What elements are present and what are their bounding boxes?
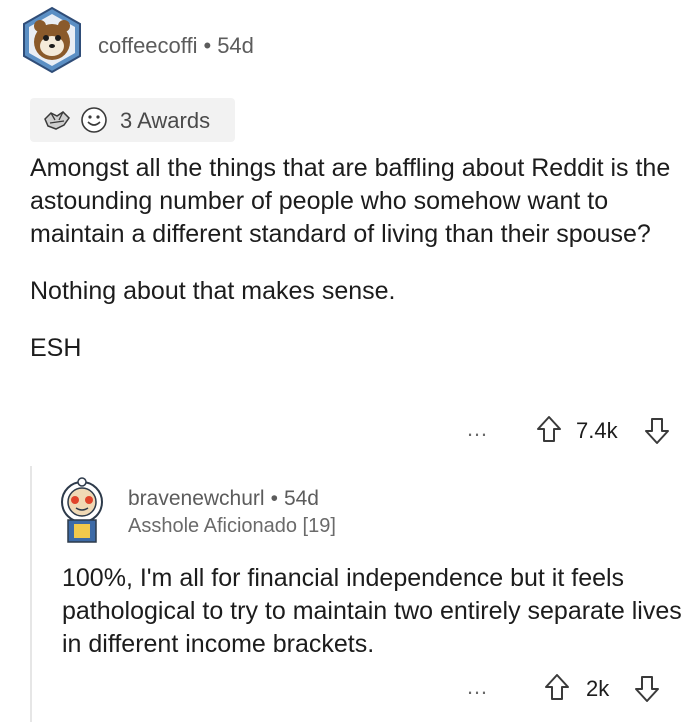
- vote-score: 7.4k: [576, 418, 618, 443]
- award-icon: [42, 107, 72, 133]
- reply-actions: … 2k: [466, 672, 696, 706]
- reply-avatar[interactable]: [52, 476, 112, 546]
- comment-actions: … 7.4k: [466, 414, 696, 448]
- awards-badge[interactable]: 3 Awards: [30, 98, 235, 142]
- user-flair: Asshole Aficionado [19]: [128, 515, 336, 537]
- reply-username[interactable]: bravenewchurl: [128, 487, 265, 510]
- downvote-icon[interactable]: [644, 416, 670, 451]
- comment-paragraph: Nothing about that makes sense.: [30, 277, 396, 305]
- reply-meta: bravenewchurl • 54d: [128, 487, 319, 511]
- meta-separator: •: [203, 33, 212, 58]
- comment-paragraph: ESH: [30, 334, 82, 362]
- comment-age: 54d: [217, 33, 254, 58]
- upvote-icon[interactable]: [536, 414, 562, 449]
- comment-body: Amongst all the things that are baffling…: [30, 152, 680, 365]
- reply-body: 100%, I'm all for financial independence…: [62, 564, 682, 658]
- thread-line[interactable]: [30, 466, 32, 722]
- awards-count: 3 Awards: [120, 108, 211, 133]
- more-options-button[interactable]: …: [466, 674, 489, 700]
- downvote-icon[interactable]: [634, 674, 660, 709]
- user-avatar[interactable]: [18, 6, 86, 74]
- vote-score: 2k: [586, 676, 610, 701]
- upvote-icon[interactable]: [544, 672, 570, 707]
- comment-meta: coffeecoffi • 54d: [98, 33, 254, 59]
- meta-separator: •: [270, 487, 278, 510]
- reply-age: 54d: [283, 487, 319, 510]
- comment-username[interactable]: coffeecoffi: [98, 33, 197, 58]
- award-icon: [80, 106, 108, 134]
- comment-paragraph: Amongst all the things that are baffling…: [30, 154, 671, 248]
- more-options-button[interactable]: …: [466, 416, 489, 442]
